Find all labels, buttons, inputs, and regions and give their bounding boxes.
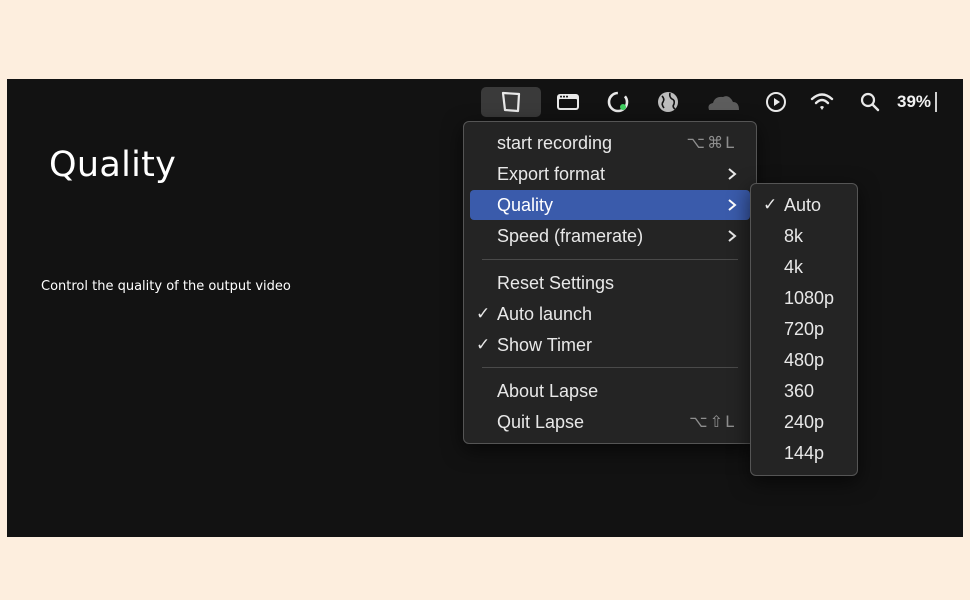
menu-item-export-format[interactable]: Export format (470, 159, 750, 189)
menu-item-auto-launch[interactable]: ✓ Auto launch (470, 299, 750, 329)
menu-item-speed[interactable]: Speed (framerate) (470, 221, 750, 251)
quality-option-4k[interactable]: 4k (757, 252, 851, 282)
window-icon[interactable] (553, 87, 583, 117)
shortcut-label: ⌥⌘L (686, 133, 736, 152)
cloudflare-icon[interactable] (703, 87, 743, 117)
quality-option-8k[interactable]: 8k (757, 221, 851, 251)
menu-item-label: Quality (497, 195, 554, 215)
quality-option-label: 480p (784, 350, 825, 370)
page-description: Control the quality of the output video (41, 279, 291, 294)
checkmark-icon: ✓ (763, 195, 778, 214)
menu-bar: 39% (477, 79, 963, 125)
quality-option-720p[interactable]: 720p (757, 314, 851, 344)
checkmark-icon: ✓ (476, 335, 491, 354)
menu-separator (482, 259, 738, 260)
wifi-icon[interactable] (807, 87, 837, 117)
checkmark-icon: ✓ (476, 304, 491, 323)
chevron-right-icon (728, 199, 737, 211)
menu-item-label: Reset Settings (497, 273, 615, 293)
quality-option-label: 720p (784, 319, 825, 339)
chevron-right-icon (728, 230, 737, 242)
quality-option-label: 240p (784, 412, 825, 432)
menu-item-label: Quit Lapse (497, 412, 585, 432)
quality-option-480p[interactable]: 480p (757, 345, 851, 375)
quality-option-auto[interactable]: ✓ Auto (757, 190, 851, 220)
quality-submenu: ✓ Auto 8k 4k 1080p 720p 480p 360 240p 14… (750, 183, 858, 476)
quality-option-label: Auto (784, 195, 822, 215)
menu-item-reset-settings[interactable]: Reset Settings (470, 268, 750, 298)
quality-option-label: 144p (784, 443, 825, 463)
quality-option-label: 360 (784, 381, 815, 401)
battery-icon (935, 92, 943, 112)
menu-item-label: Show Timer (497, 335, 593, 355)
menu-item-show-timer[interactable]: ✓ Show Timer (470, 330, 750, 360)
search-icon[interactable] (855, 87, 885, 117)
quality-option-label: 8k (784, 226, 804, 246)
globe-icon[interactable] (653, 87, 683, 117)
chevron-right-icon (728, 168, 737, 180)
app-screen: Quality Control the quality of the outpu… (7, 79, 963, 537)
menu-item-quit[interactable]: Quit Lapse ⌥⇧L (470, 407, 750, 437)
page-title: Quality (49, 145, 177, 185)
quality-option-label: 4k (784, 257, 804, 277)
menu-item-quality[interactable]: Quality (470, 190, 750, 220)
quality-option-1080p[interactable]: 1080p (757, 283, 851, 313)
quality-option-240p[interactable]: 240p (757, 407, 851, 437)
lapse-app-icon[interactable] (481, 87, 541, 117)
lapse-dropdown-menu: start recording ⌥⌘L Export format Qualit… (463, 121, 757, 444)
menu-item-label: About Lapse (497, 381, 599, 401)
menu-item-about[interactable]: About Lapse (470, 376, 750, 406)
menu-separator (482, 367, 738, 368)
quality-option-144p[interactable]: 144p (757, 438, 851, 468)
quality-option-360[interactable]: 360 (757, 376, 851, 406)
menu-item-label: Speed (framerate) (497, 226, 644, 246)
menu-item-label: Auto launch (497, 304, 593, 324)
menu-item-label: start recording (497, 133, 613, 153)
menu-item-label: Export format (497, 164, 606, 184)
activity-ring-icon[interactable] (603, 87, 633, 117)
menu-item-start-recording[interactable]: start recording ⌥⌘L (470, 128, 750, 158)
play-circle-icon[interactable] (761, 87, 791, 117)
battery-percentage[interactable]: 39% (897, 89, 931, 115)
quality-option-label: 1080p (784, 288, 835, 308)
shortcut-label: ⌥⇧L (689, 412, 736, 431)
